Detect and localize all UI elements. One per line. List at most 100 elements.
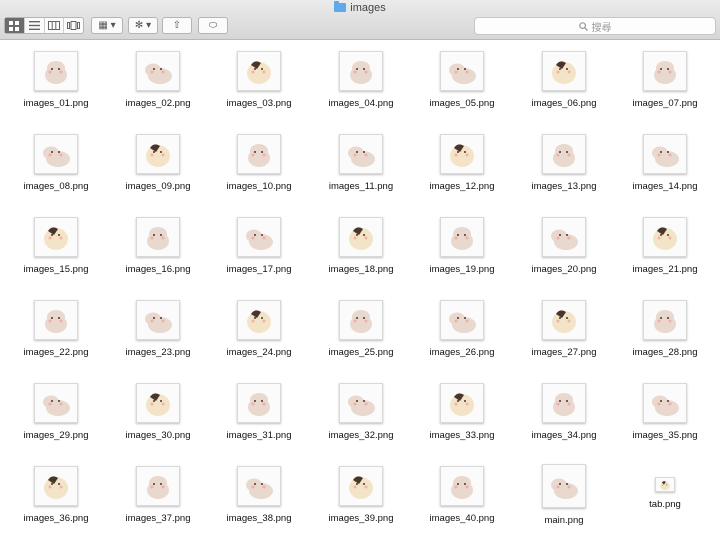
- file-thumbnail: [542, 134, 586, 174]
- sticker-image: [147, 476, 169, 499]
- file-item[interactable]: images_20.png: [513, 211, 615, 291]
- file-item[interactable]: images_04.png: [310, 45, 412, 125]
- file-item[interactable]: images_09.png: [107, 128, 209, 208]
- file-item[interactable]: tab.png: [614, 460, 716, 540]
- file-thumbnail: [136, 217, 180, 257]
- coverflow-view-button[interactable]: [64, 18, 83, 33]
- sticker-image: [551, 229, 578, 250]
- toolbar: images ▦ ▾ ✻ ▾ ⇧ ⬭ 搜尋: [0, 0, 720, 40]
- arrange-button[interactable]: ▦ ▾: [91, 17, 123, 34]
- file-item[interactable]: images_12.png: [411, 128, 513, 208]
- file-thumbnail: [440, 383, 484, 423]
- file-name: images_36.png: [23, 513, 89, 524]
- file-thumbnail: [440, 51, 484, 91]
- file-item[interactable]: images_27.png: [513, 294, 615, 374]
- file-item[interactable]: images_22.png: [5, 294, 107, 374]
- icon-view-button[interactable]: [5, 18, 25, 33]
- sticker-image: [653, 227, 677, 250]
- file-thumbnail: [136, 51, 180, 91]
- file-name: images_10.png: [226, 181, 292, 192]
- sticker-image: [349, 227, 373, 250]
- file-item[interactable]: images_03.png: [208, 45, 310, 125]
- file-item[interactable]: images_21.png: [614, 211, 716, 291]
- file-item[interactable]: images_15.png: [5, 211, 107, 291]
- file-item[interactable]: images_37.png: [107, 460, 209, 540]
- list-view-button[interactable]: [25, 18, 45, 33]
- file-thumbnail: [136, 383, 180, 423]
- share-button[interactable]: ⇧: [162, 17, 192, 34]
- file-item[interactable]: images_38.png: [208, 460, 310, 540]
- sticker-image: [553, 144, 575, 167]
- file-item[interactable]: images_40.png: [411, 460, 513, 540]
- file-item[interactable]: images_36.png: [5, 460, 107, 540]
- file-name: images_16.png: [125, 264, 191, 275]
- gear-icon: ✻ ▾: [134, 20, 152, 31]
- file-item[interactable]: images_33.png: [411, 377, 513, 457]
- file-thumbnail: [237, 51, 281, 91]
- file-item[interactable]: images_07.png: [614, 45, 716, 125]
- file-thumbnail: [237, 217, 281, 257]
- file-item[interactable]: images_34.png: [513, 377, 615, 457]
- file-name: images_15.png: [23, 264, 89, 275]
- sticker-image: [45, 61, 67, 84]
- sticker-image: [449, 312, 476, 333]
- file-thumbnail: [643, 300, 687, 340]
- file-item[interactable]: images_30.png: [107, 377, 209, 457]
- search-input[interactable]: 搜尋: [474, 17, 716, 35]
- tag-button[interactable]: ⬭: [198, 17, 228, 34]
- file-thumbnail: [440, 300, 484, 340]
- file-item[interactable]: images_18.png: [310, 211, 412, 291]
- file-name: images_22.png: [23, 347, 89, 358]
- column-view-button[interactable]: [45, 18, 65, 33]
- file-name: images_21.png: [632, 264, 698, 275]
- file-item[interactable]: images_02.png: [107, 45, 209, 125]
- file-item[interactable]: images_06.png: [513, 45, 615, 125]
- file-item[interactable]: images_39.png: [310, 460, 412, 540]
- file-item[interactable]: images_29.png: [5, 377, 107, 457]
- sticker-image: [43, 146, 70, 167]
- sticker-image: [145, 63, 172, 84]
- file-item[interactable]: images_11.png: [310, 128, 412, 208]
- file-item[interactable]: images_16.png: [107, 211, 209, 291]
- file-item[interactable]: images_24.png: [208, 294, 310, 374]
- sticker-image: [552, 310, 576, 333]
- file-item[interactable]: images_08.png: [5, 128, 107, 208]
- file-item[interactable]: images_35.png: [614, 377, 716, 457]
- file-item[interactable]: images_01.png: [5, 45, 107, 125]
- file-thumbnail: [34, 217, 78, 257]
- search-icon: [578, 21, 588, 31]
- file-item[interactable]: images_10.png: [208, 128, 310, 208]
- sticker-image: [660, 480, 670, 490]
- file-name: images_13.png: [531, 181, 597, 192]
- file-name: images_05.png: [429, 98, 495, 109]
- sticker-image: [451, 476, 473, 499]
- file-item[interactable]: images_25.png: [310, 294, 412, 374]
- column-view-icon: [47, 21, 60, 30]
- file-item[interactable]: images_28.png: [614, 294, 716, 374]
- file-item[interactable]: images_26.png: [411, 294, 513, 374]
- file-thumbnail: [339, 51, 383, 91]
- file-thumbnail: [237, 300, 281, 340]
- sticker-image: [654, 61, 676, 84]
- file-item[interactable]: main.png: [513, 460, 615, 540]
- sticker-image: [147, 227, 169, 250]
- sticker-image: [43, 395, 70, 416]
- action-button[interactable]: ✻ ▾: [128, 17, 158, 34]
- file-thumbnail: [655, 477, 675, 492]
- sticker-image: [349, 476, 373, 499]
- file-item[interactable]: images_05.png: [411, 45, 513, 125]
- sticker-image: [146, 144, 170, 167]
- file-item[interactable]: images_14.png: [614, 128, 716, 208]
- file-item[interactable]: images_19.png: [411, 211, 513, 291]
- file-item[interactable]: images_31.png: [208, 377, 310, 457]
- file-item[interactable]: images_13.png: [513, 128, 615, 208]
- file-thumbnail: [542, 464, 586, 508]
- file-item[interactable]: images_23.png: [107, 294, 209, 374]
- sticker-image: [246, 229, 273, 250]
- file-name: images_09.png: [125, 181, 191, 192]
- sticker-image: [248, 393, 270, 416]
- window-title: images: [0, 1, 720, 14]
- file-item[interactable]: images_32.png: [310, 377, 412, 457]
- file-item[interactable]: images_17.png: [208, 211, 310, 291]
- file-name: images_27.png: [531, 347, 597, 358]
